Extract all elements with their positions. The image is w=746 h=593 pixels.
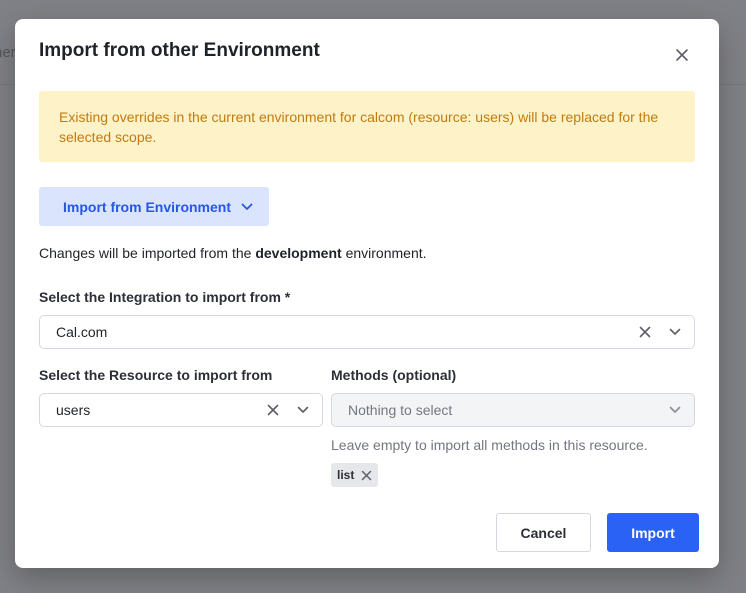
changes-note: Changes will be imported from the develo… xyxy=(39,245,427,261)
close-icon xyxy=(676,49,688,61)
clear-icon[interactable] xyxy=(630,316,660,348)
chevron-down-icon[interactable] xyxy=(660,394,690,426)
dialog-title: Import from other Environment xyxy=(39,40,320,61)
close-button[interactable] xyxy=(673,46,691,64)
changes-note-environment: development xyxy=(255,245,342,261)
methods-hint: Leave empty to import all methods in thi… xyxy=(331,437,648,453)
resource-select[interactable]: users xyxy=(39,393,323,427)
integration-label: Select the Integration to import from * xyxy=(39,289,291,305)
clear-icon[interactable] xyxy=(258,394,288,426)
resource-select-value: users xyxy=(56,402,91,418)
import-from-environment-label: Import from Environment xyxy=(63,198,232,215)
methods-select-placeholder: Nothing to select xyxy=(348,402,453,418)
methods-label: Methods (optional) xyxy=(331,367,457,383)
changes-note-prefix: Changes will be imported from the xyxy=(39,245,256,261)
import-button[interactable]: Import xyxy=(607,513,699,552)
methods-select[interactable]: Nothing to select xyxy=(331,393,695,427)
background-tab-text: ner xyxy=(0,44,16,61)
chevron-down-icon xyxy=(241,203,253,211)
resource-label: Select the Resource to import from xyxy=(39,367,273,383)
cancel-button[interactable]: Cancel xyxy=(496,513,591,552)
integration-select-value: Cal.com xyxy=(56,324,108,340)
method-tag: list xyxy=(331,463,379,487)
changes-note-suffix: environment. xyxy=(341,245,427,261)
method-tag-label: list xyxy=(337,468,355,482)
chevron-down-icon[interactable] xyxy=(288,394,318,426)
import-from-environment-button[interactable]: Import from Environment xyxy=(39,187,269,226)
remove-tag-icon[interactable] xyxy=(361,470,372,481)
warning-banner: Existing overrides in the current enviro… xyxy=(39,91,695,162)
chevron-down-icon[interactable] xyxy=(660,316,690,348)
integration-select[interactable]: Cal.com xyxy=(39,315,695,349)
import-dialog: Import from other Environment Existing o… xyxy=(15,19,719,568)
